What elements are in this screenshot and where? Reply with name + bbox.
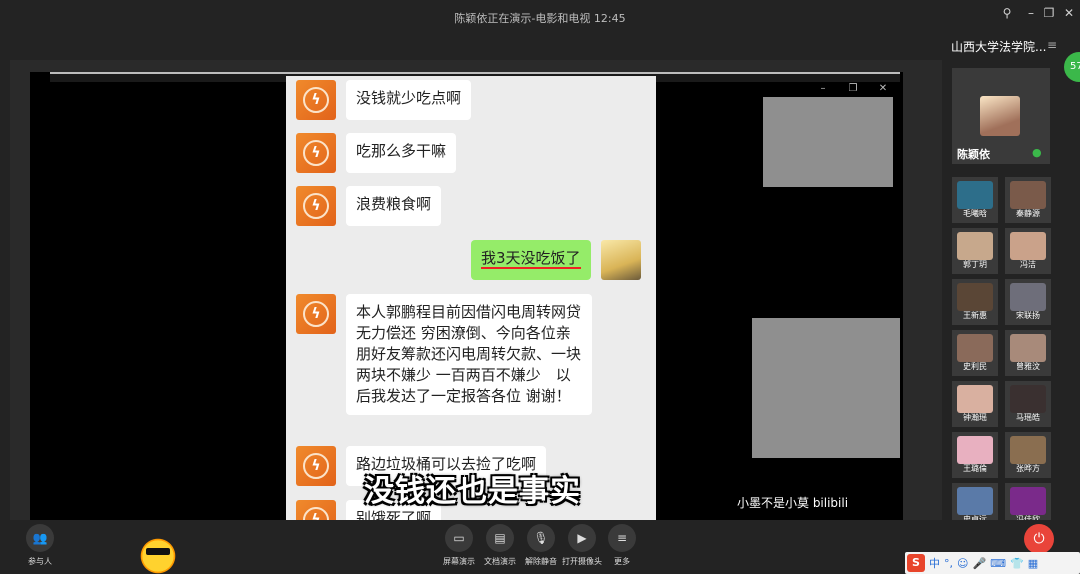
chat-bubble: 浪费粮食啊	[346, 186, 442, 226]
participant-tile[interactable]: 张晔方	[1005, 432, 1051, 478]
participant-name: 王璐倫	[963, 464, 987, 473]
video-watermark: 小墨不是小莫 bilibili	[737, 496, 849, 510]
window-title: 陈颖依正在演示-电影和电视 12:45	[454, 12, 626, 25]
chat-screenshot: ϟ 没钱就少吃点啊 ϟ 吃那么多干嘛 ϟ 浪费粮食啊 我3天没吃饭了 ϟ 本人郭…	[286, 76, 656, 521]
participant-avatar	[1010, 232, 1046, 260]
participant-avatar	[957, 487, 993, 515]
participant-avatar	[1010, 436, 1046, 464]
screen-share-icon: ▭	[445, 524, 473, 552]
participant-avatar	[1010, 334, 1046, 362]
chat-bubble: 本人郭鹏程目前因借闪电周转网贷 无力偿还 穷困潦倒、今向各位亲朋好友筹款还闪电周…	[346, 294, 592, 415]
keyboard-icon[interactable]: ⌨	[990, 557, 1006, 570]
participant-avatar	[1010, 487, 1046, 515]
participant-tile[interactable]: 王璐倫	[952, 432, 998, 478]
anime-avatar-icon	[600, 240, 641, 280]
presenter-avatar	[980, 96, 1020, 136]
chat-bubble: 吃那么多干嘛	[346, 133, 457, 173]
video-subtitle: 没钱还也是事实	[364, 474, 581, 509]
sogou-ime-icon: S	[907, 554, 925, 572]
participant-avatar	[1010, 385, 1046, 413]
emoji-icon[interactable]: ☺	[957, 557, 968, 570]
participant-name: 钟瀚瑶	[963, 413, 987, 422]
participant-name: 王新惠	[963, 311, 987, 320]
player-close-icon[interactable]: ✕	[875, 82, 891, 96]
people-icon: 👥	[26, 524, 54, 552]
chat-message-self: 我3天没吃饭了	[471, 240, 641, 280]
participant-avatar	[1010, 283, 1046, 311]
occluded-region	[752, 318, 900, 458]
participants-label: 参与人	[28, 557, 52, 566]
chat-message: ϟ 吃那么多干嘛	[296, 133, 457, 173]
participant-avatar	[957, 436, 993, 464]
close-button[interactable]: ✕	[1058, 4, 1080, 22]
lightning-avatar-icon: ϟ	[296, 500, 336, 521]
participant-tile[interactable]: 马瑶皓	[1005, 381, 1051, 427]
participant-tile[interactable]: 王新惠	[952, 279, 998, 325]
chat-bubble: 没钱就少吃点啊	[346, 80, 472, 120]
participants-button[interactable]: 👥 参与人	[10, 524, 70, 567]
participant-tile[interactable]: 钟瀚瑶	[952, 381, 998, 427]
chat-message: ϟ 没钱就少吃点啊	[296, 80, 472, 120]
participant-avatar	[957, 232, 993, 260]
player-minimize-icon[interactable]: –	[815, 82, 831, 96]
participant-name: 张晔方	[1016, 464, 1040, 473]
voice-input-icon[interactable]: 🎤	[972, 557, 986, 570]
presenter-tile[interactable]: 陈颖依 ●	[952, 68, 1050, 164]
participant-count-badge: 57	[1064, 52, 1080, 82]
participant-tile[interactable]: 史利民	[952, 330, 998, 376]
lightning-avatar-icon: ϟ	[296, 294, 336, 334]
presenter-name: 陈颖依	[957, 148, 990, 161]
participant-name: 史利民	[963, 362, 987, 371]
participant-tile[interactable]: 冯洁	[1005, 228, 1051, 274]
player-maximize-icon[interactable]: ❐	[845, 82, 861, 96]
pin-icon[interactable]: ⚲	[996, 4, 1018, 22]
participant-tile[interactable]: 秦静源	[1005, 177, 1051, 223]
participant-tile[interactable]: 毛曦晗	[952, 177, 998, 223]
ime-toolbar[interactable]: S 中 °, ☺ 🎤 ⌨ 👕 ▦	[905, 552, 1080, 574]
menu-icon: ≡	[608, 524, 636, 552]
occluded-region	[763, 97, 893, 187]
more-label: 更多	[614, 557, 630, 566]
lightning-avatar-icon: ϟ	[296, 133, 336, 173]
ime-mode[interactable]: 中	[929, 555, 940, 571]
participant-avatar	[957, 334, 993, 362]
chat-message: ϟ 本人郭鹏程目前因借闪电周转网贷 无力偿还 穷困潦倒、今向各位亲朋好友筹款还闪…	[296, 294, 592, 415]
lightning-avatar-icon: ϟ	[296, 80, 336, 120]
room-name: 山西大学法学院...	[951, 40, 1047, 54]
title-bar: 陈颖依正在演示-电影和电视 12:45 ⚲ – ❐ ✕	[0, 0, 1080, 36]
document-share-icon: ▤	[486, 524, 514, 552]
chat-bubble-text: 我3天没吃饭了	[481, 249, 581, 269]
punctuation-icon[interactable]: °,	[944, 557, 953, 570]
participant-tile[interactable]: 曾雅汶	[1005, 330, 1051, 376]
participant-name: 马瑶皓	[1016, 413, 1040, 422]
more-button[interactable]: ≡ 更多	[592, 524, 652, 567]
participant-avatar	[957, 181, 993, 209]
chat-message: ϟ 浪费粮食啊	[296, 186, 442, 226]
participant-name: 秦静源	[1016, 209, 1040, 218]
list-menu-icon[interactable]: ≡	[1047, 38, 1057, 52]
participant-avatar	[957, 283, 993, 311]
participant-name: 宋联扬	[1016, 311, 1040, 320]
participant-name: 冯洁	[1020, 260, 1036, 269]
leave-meeting-button[interactable]: ⏻	[1024, 524, 1054, 554]
mic-muted-icon: 🎙	[527, 524, 555, 552]
participant-name: 郭丁玥	[963, 260, 987, 269]
participant-avatar	[1010, 181, 1046, 209]
lightning-avatar-icon: ϟ	[296, 446, 336, 486]
participant-name: 毛曦晗	[963, 209, 987, 218]
video-left-pillarbox	[50, 82, 286, 522]
skin-icon[interactable]: 👕	[1010, 557, 1024, 570]
mic-active-icon: ●	[1032, 146, 1042, 159]
participant-tile[interactable]: 宋联扬	[1005, 279, 1051, 325]
chat-bubble-self: 我3天没吃饭了	[471, 240, 591, 280]
sunglasses-sun-icon	[138, 536, 178, 574]
lightning-avatar-icon: ϟ	[296, 186, 336, 226]
participant-tile[interactable]: 郭丁玥	[952, 228, 998, 274]
participant-avatar	[957, 385, 993, 413]
participant-name: 曾雅汶	[1016, 362, 1040, 371]
meeting-app: 陈颖依正在演示-电影和电视 12:45 ⚲ – ❐ ✕ – ❐ ✕ ϟ 没钱就少…	[0, 0, 1080, 574]
toolbox-icon[interactable]: ▦	[1028, 557, 1038, 570]
restore-button[interactable]: ❐	[1038, 4, 1060, 22]
